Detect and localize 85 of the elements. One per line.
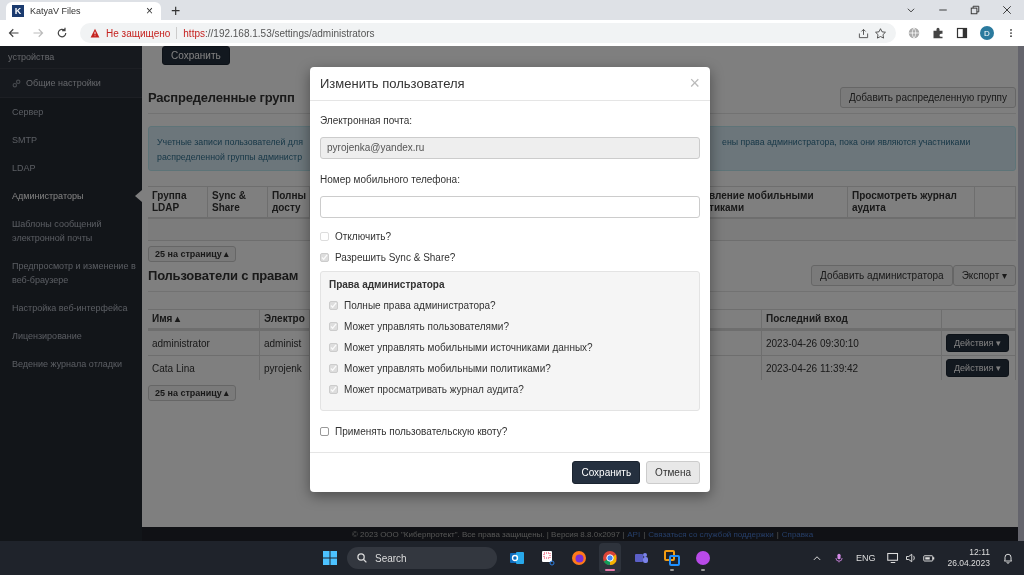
checkbox-label: Может просматривать журнал аудита? [344, 383, 524, 395]
microphone-icon[interactable] [833, 552, 844, 564]
restore-icon[interactable] [970, 5, 980, 15]
save-button[interactable]: Сохранить [572, 460, 641, 484]
app-icon [664, 550, 680, 566]
checkbox-label: Может управлять мобильными источниками данных? [344, 341, 593, 353]
export-button[interactable]: Экспорт ▾ [952, 265, 1016, 286]
checkbox-label: Может управлять мобильными политиками? [344, 362, 551, 374]
page-size-button[interactable]: 25 на страницу ▴ [148, 385, 237, 401]
tab-close-button[interactable]: × [146, 4, 153, 18]
browser-tab[interactable]: K KatyaV Files × [6, 2, 161, 20]
search-icon [357, 553, 367, 563]
language-indicator[interactable]: ENG [855, 553, 876, 563]
sidebar-item[interactable]: Предпросмотр и изменение в веб-браузере [0, 252, 142, 294]
close-icon[interactable] [1002, 5, 1012, 15]
page-size-button[interactable]: 25 на страницу ▴ [148, 246, 237, 262]
table-cell: Cata Lina [148, 355, 260, 380]
footer-text: | [643, 529, 646, 539]
sidebar-item[interactable]: Лицензирование [0, 322, 142, 350]
new-tab-button[interactable]: + [171, 2, 181, 20]
add-group-button[interactable]: Добавить распределенную группу [839, 87, 1016, 108]
security-status[interactable]: Не защищено [106, 27, 171, 39]
back-icon[interactable] [8, 27, 20, 39]
monitor-icon[interactable] [887, 552, 900, 564]
taskbar-app[interactable] [599, 543, 621, 573]
app-icon [633, 550, 649, 566]
speaker-icon[interactable] [905, 552, 918, 564]
notification-bell-icon[interactable] [1002, 552, 1014, 564]
sidebar-item[interactable]: Сервер [0, 98, 142, 126]
add-admin-button[interactable]: Добавить администратора [811, 265, 953, 286]
field-label: Электронная почта: [320, 113, 414, 128]
footer-text: | [776, 529, 779, 539]
app-icon [571, 550, 587, 566]
chevron-up-icon[interactable] [811, 553, 822, 563]
checkbox-label: Применять пользовательскую квоту? [335, 425, 508, 437]
save-button[interactable]: Сохранить [162, 46, 230, 65]
checkbox-label: Может управлять пользователями? [344, 320, 509, 332]
app-icon [602, 550, 618, 566]
taskbar-clock[interactable]: 12:11 26.04.2023 [947, 547, 990, 569]
star-icon[interactable] [875, 27, 886, 39]
table-cell: 2023-04-26 11:39:42 [762, 355, 942, 380]
puzzle-icon[interactable] [932, 27, 944, 39]
app-icon [509, 550, 525, 566]
side-panel-icon[interactable] [956, 27, 968, 39]
sidebar-item[interactable]: Шаблоны сообщений электронной почты [0, 210, 142, 252]
cancel-button[interactable]: Отмена [646, 460, 700, 484]
sidebar-item[interactable]: Ведение журнала отладки [0, 350, 142, 378]
group-title: Права администратора [329, 277, 446, 292]
actions-button[interactable]: Действия ▾ [946, 334, 1009, 352]
column-header: Последний вход [762, 309, 942, 330]
column-header[interactable]: Имя ▴ [148, 309, 260, 330]
url-text: https://192.168.1.53/settings/administrators [183, 27, 375, 39]
sidebar-item[interactable]: устройства [0, 46, 142, 69]
section-heading: Распределенные групп [148, 90, 295, 105]
reload-icon[interactable] [56, 27, 68, 39]
info-text: ены права администратора, пока они являются участниками [722, 136, 972, 149]
sidebar-item[interactable]: Настройка веб-интерфейса [0, 294, 142, 322]
battery-icon[interactable] [923, 552, 936, 564]
tab-title: KatyaV Files [30, 6, 82, 16]
chevron-down-icon[interactable] [906, 5, 916, 15]
profile-avatar[interactable]: D [980, 26, 994, 40]
phone-field[interactable] [320, 195, 700, 218]
windows-start-icon[interactable] [322, 550, 338, 566]
site-logo: K [12, 5, 24, 17]
app-icon [540, 550, 556, 566]
app-icon [695, 550, 711, 566]
email-field[interactable]: pyrojenka@yandex.ru [320, 136, 700, 159]
checkbox-label: Отключить? [335, 230, 392, 242]
sidebar-item[interactable]: SMTP [0, 126, 142, 154]
warning-icon [90, 28, 100, 38]
table-cell: administrator [148, 330, 260, 355]
dialog-title: Изменить пользователя [320, 75, 465, 91]
checkbox-label: Разрешить Sync & Share? [335, 251, 456, 263]
info-text: Учетные записи пользователей для распределенной группы администр [157, 136, 304, 164]
checkbox-label: Полные права администратора? [344, 299, 496, 311]
sidebar-item[interactable]: LDAP [0, 154, 142, 182]
section-heading: Пользователи с правам [148, 268, 299, 283]
taskbar-search[interactable]: Search [347, 547, 497, 569]
table-cell: 2023-04-26 09:30:10 [762, 330, 942, 355]
sidebar-item[interactable]: Общие настройки [0, 69, 142, 98]
share-icon[interactable] [858, 27, 869, 39]
address-bar[interactable]: Не защищено https://192.168.1.53/settings/administrators [80, 23, 896, 43]
field-label: Номер мобильного телефона: [320, 172, 461, 187]
actions-button[interactable]: Действия ▾ [946, 359, 1009, 377]
checkbox[interactable] [320, 426, 329, 436]
